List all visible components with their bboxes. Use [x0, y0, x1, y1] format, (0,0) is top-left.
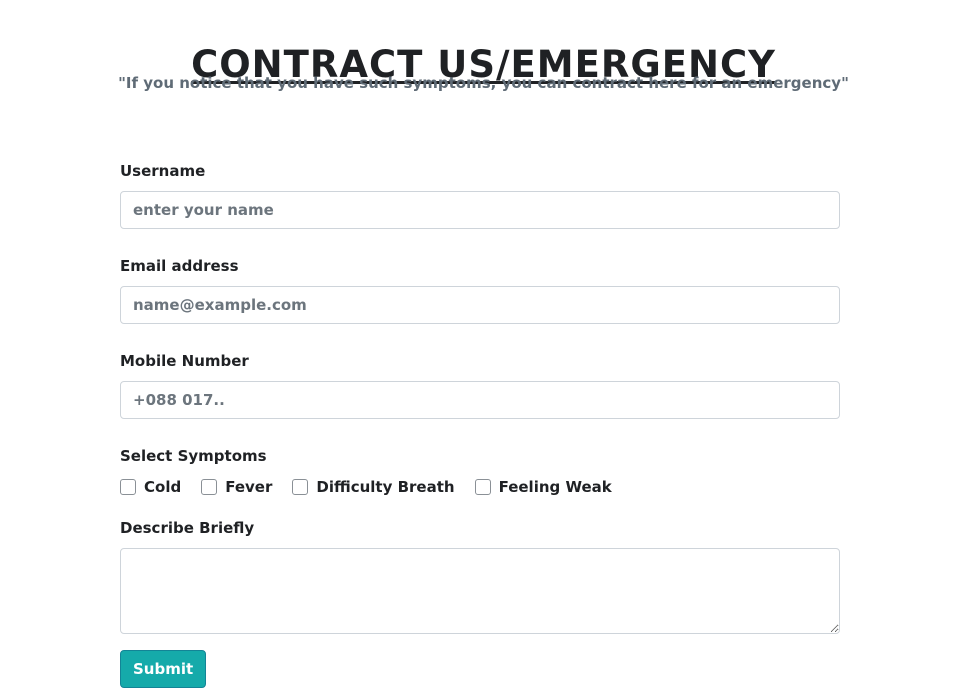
page-subtitle: "If you notice that you have such sympto…: [118, 74, 849, 92]
symptoms-checkbox-group: Cold Fever Difficulty Breath Feeling Wea…: [120, 477, 840, 497]
fever-checkbox[interactable]: [201, 479, 218, 495]
symptom-option-feeling-weak[interactable]: Feeling Weak: [474, 478, 612, 496]
description-label: Describe Briefly: [120, 519, 255, 537]
email-input[interactable]: [120, 286, 840, 324]
mobile-input[interactable]: [120, 381, 840, 419]
feeling-weak-checkbox[interactable]: [474, 479, 491, 495]
emergency-contact-form: Username Email address Mobile Number Sel…: [120, 160, 840, 688]
symptoms-label: Select Symptoms: [120, 447, 267, 465]
description-textarea[interactable]: [120, 548, 840, 634]
symptom-option-cold[interactable]: Cold: [120, 478, 181, 496]
symptom-option-difficulty-breath[interactable]: Difficulty Breath: [292, 478, 455, 496]
username-input[interactable]: [120, 191, 840, 229]
difficulty-breath-label: Difficulty Breath: [316, 478, 455, 496]
username-label: Username: [120, 162, 206, 180]
mobile-label: Mobile Number: [120, 352, 249, 370]
cold-label: Cold: [144, 478, 182, 496]
difficulty-breath-checkbox[interactable]: [292, 479, 309, 495]
cold-checkbox[interactable]: [120, 479, 136, 495]
feeling-weak-label: Feeling Weak: [498, 478, 612, 496]
email-label: Email address: [120, 257, 239, 275]
submit-button[interactable]: Submit: [120, 650, 207, 688]
fever-label: Fever: [225, 478, 273, 496]
symptom-option-fever[interactable]: Fever: [201, 478, 272, 496]
